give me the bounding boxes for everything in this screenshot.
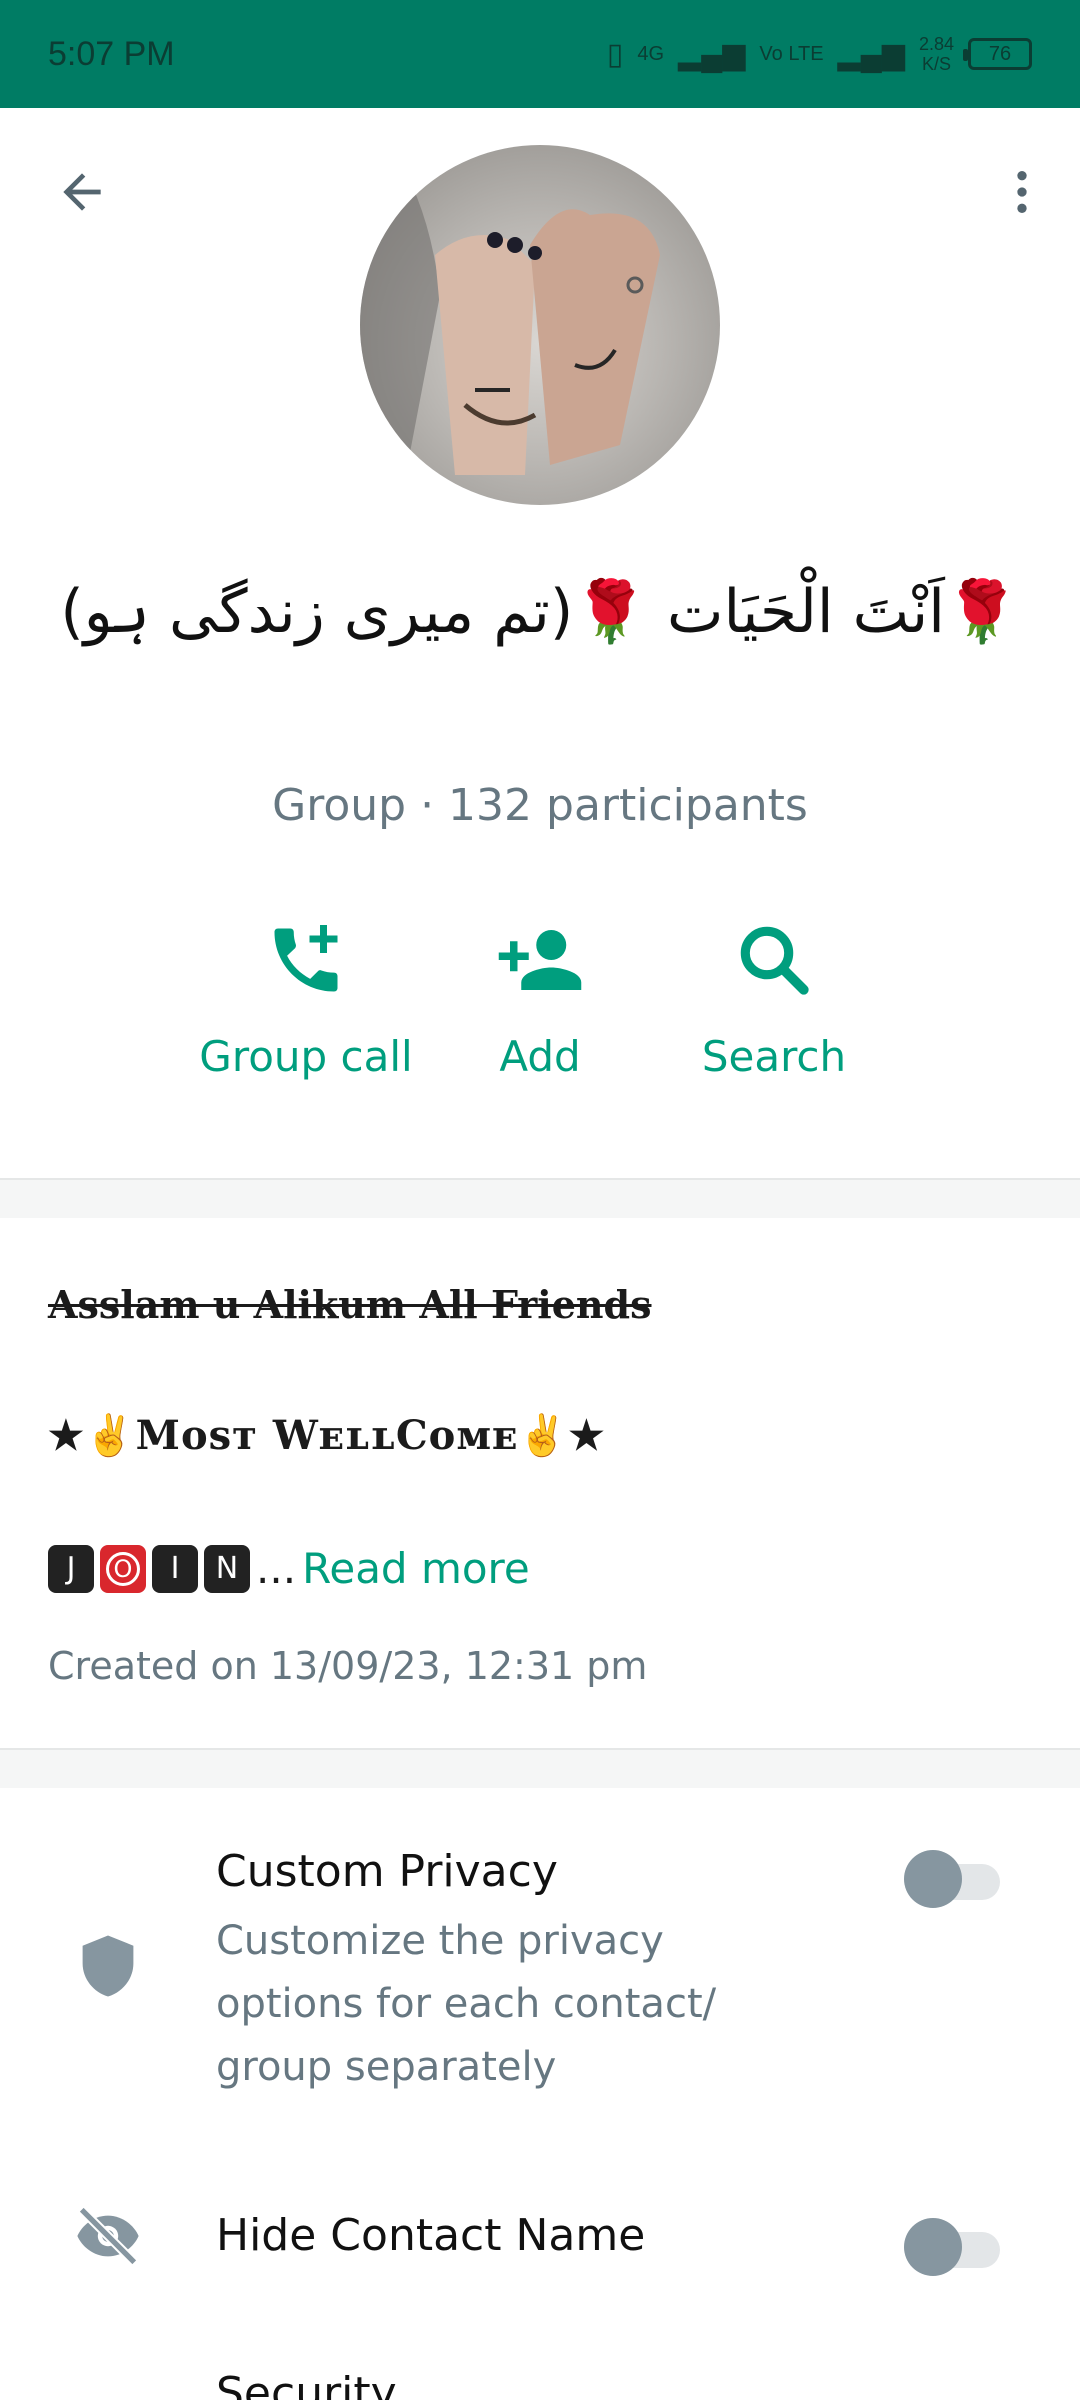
status-bar: 5:07 PM ▯ 4G ▂▄▆ Vo LTE ▂▄▆ 2.84 K/S 76 bbox=[0, 0, 1080, 108]
net-speed-value: 2.84 bbox=[918, 34, 954, 54]
join-letter-n: N bbox=[204, 1544, 250, 1593]
net-speed: 2.84 K/S bbox=[919, 34, 954, 74]
signal-icon-2: ▂▄▆ bbox=[837, 37, 905, 71]
more-options-button[interactable] bbox=[982, 152, 1062, 232]
custom-privacy-title: Custom Privacy bbox=[216, 1846, 558, 1897]
group-description: Asslam u Alikum All Friends ★✌Mᴏsᴛ WᴇʟʟC… bbox=[48, 1282, 1038, 1688]
join-letter-i: I bbox=[152, 1544, 198, 1593]
toggle-thumb bbox=[904, 1850, 962, 1908]
description-line-3: J O I N ... Read more bbox=[48, 1544, 530, 1593]
group-name: 🌹اَنْتَ الْحَیَات 🌹(تم میری زندگی ہو) bbox=[60, 577, 1020, 647]
created-date: Created on 13/09/23, 12:31 pm bbox=[48, 1644, 648, 1688]
security-row-title[interactable]: Security bbox=[216, 2368, 397, 2400]
vibrate-icon: ▯ bbox=[606, 37, 624, 71]
visibility-off-icon bbox=[72, 2200, 144, 2272]
add-call-icon bbox=[274, 925, 338, 992]
custom-privacy-toggle[interactable] bbox=[904, 1850, 1000, 1908]
network-type: 4G bbox=[637, 42, 665, 65]
hide-contact-name-title: Hide Contact Name bbox=[216, 2210, 646, 2261]
group-participants: Group · 132 participants bbox=[272, 780, 808, 831]
volte-label: Vo LTE bbox=[759, 42, 824, 65]
custom-privacy-subtitle: Customize the privacy options for each c… bbox=[216, 1918, 717, 2090]
more-vert-icon bbox=[1017, 171, 1027, 213]
search-button[interactable]: Search bbox=[654, 910, 894, 1081]
join-letter-o: O bbox=[100, 1544, 146, 1593]
person-add-icon bbox=[498, 930, 582, 990]
join-letter-j: J bbox=[48, 1544, 94, 1593]
back-button[interactable] bbox=[42, 152, 122, 232]
group-call-label: Group call bbox=[199, 1032, 413, 1081]
toggle-thumb bbox=[904, 2218, 962, 2276]
hide-contact-name-toggle[interactable] bbox=[904, 2218, 1000, 2276]
avatar-image bbox=[360, 145, 660, 505]
ellipsis: ... bbox=[256, 1544, 297, 1593]
status-icons: ▯ 4G ▂▄▆ Vo LTE ▂▄▆ 2.84 K/S 76 bbox=[607, 34, 1032, 74]
section-divider bbox=[0, 1178, 1080, 1218]
shield-icon bbox=[72, 1930, 144, 2002]
status-time: 5:07 PM bbox=[48, 34, 175, 73]
description-line-1: Asslam u Alikum All Friends bbox=[48, 1282, 652, 1327]
search-label: Search bbox=[701, 1032, 847, 1081]
description-line-2: ★✌Mᴏsᴛ WᴇʟʟCᴏᴍᴇ✌★ bbox=[48, 1412, 606, 1459]
hide-contact-name-row[interactable]: Hide Contact Name bbox=[0, 2200, 1080, 2300]
group-avatar[interactable] bbox=[360, 145, 720, 505]
arrow-back-icon bbox=[63, 173, 101, 211]
quick-actions: Group call Add Search bbox=[0, 910, 1080, 1110]
section-divider-2 bbox=[0, 1748, 1080, 1788]
add-participant-button[interactable]: Add bbox=[420, 910, 660, 1081]
battery-level: 76 bbox=[988, 42, 1012, 65]
signal-icon: ▂▄▆ bbox=[678, 37, 746, 71]
custom-privacy-row[interactable]: Custom Privacy Customize the privacy opt… bbox=[0, 1840, 1080, 2120]
read-more-link[interactable]: Read more bbox=[302, 1544, 530, 1593]
net-speed-unit: K/S bbox=[921, 54, 951, 74]
add-label: Add bbox=[499, 1032, 581, 1081]
group-call-button[interactable]: Group call bbox=[186, 910, 426, 1081]
search-icon bbox=[740, 926, 809, 995]
battery-icon: 76 bbox=[963, 38, 1032, 70]
